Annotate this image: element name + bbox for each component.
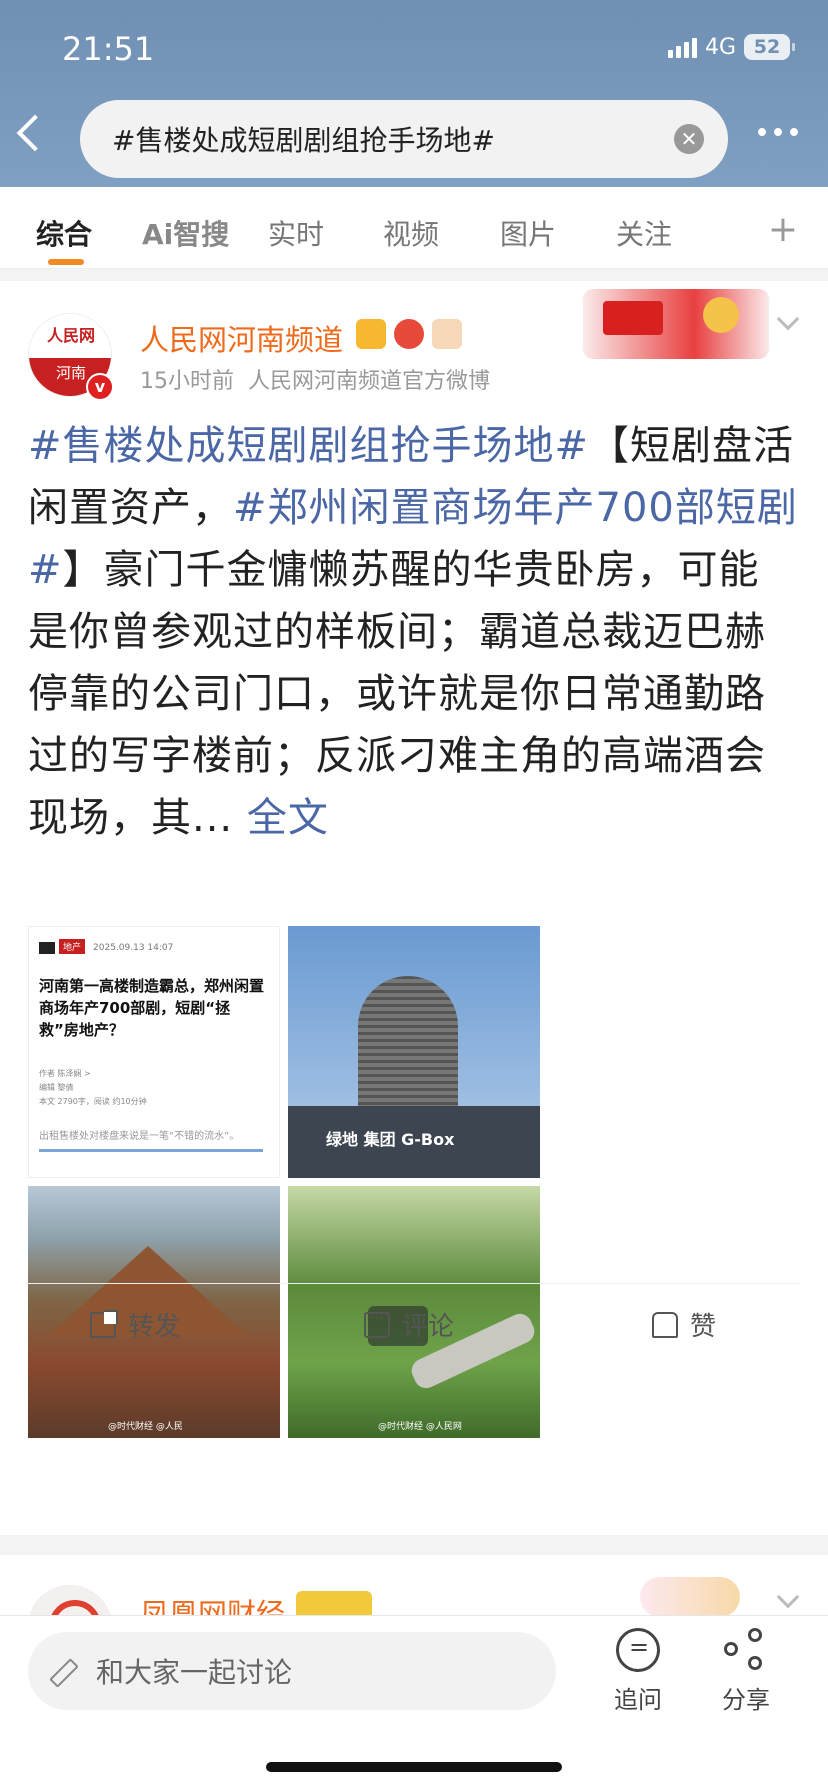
tab-video[interactable]: 视频 [383,213,439,253]
author-name[interactable]: 人民网河南频道 [140,317,343,359]
tab-comprehensive[interactable]: 综合 [36,213,92,253]
watermark: @时代财经 @人民网 [378,1422,462,1432]
bottom-bar: 和大家一起讨论 追问 分享 [0,1615,828,1792]
chat-bubble-icon [616,1628,660,1672]
chevron-down-icon[interactable] [776,1585,800,1609]
divider [0,1535,828,1555]
full-text-link[interactable]: 全文 [247,795,329,841]
article-header: 地产 2025.09.13 14:07 [39,939,173,954]
article-quote: 出租售楼处对楼盘来说是一笔“不错的流水”。 [39,1131,240,1142]
status-time: 21:51 [62,30,155,68]
ask-button[interactable]: 追问 [598,1628,678,1715]
article-author: 作者 陈泽娴 > [39,1069,91,1078]
post-actions: 转发 评论 赞 [0,1284,828,1358]
article-date: 2025.09.13 14:07 [93,943,174,953]
emblem-icon [703,297,739,333]
post-meta: 15小时前 人民网河南频道官方微博 [140,363,490,395]
flag-icon [603,301,663,335]
verified-badge-icon: v [86,373,114,401]
pencil-icon [52,1656,82,1686]
chevron-down-icon[interactable] [776,307,800,331]
active-tab-indicator [48,259,84,265]
author-badges [356,319,462,349]
like-label: 赞 [690,1312,717,1342]
status-indicators: 4G 52 [667,34,795,60]
battery-icon: 52 [744,34,795,60]
weibo-post: 人民网 河南 v 人民网河南频道 15小时前 人民网河南频道官方微博 #售楼处成… [0,281,828,1533]
image-grid: 地产 2025.09.13 14:07 河南第一高楼制造霸总，郑州闲置商场年产70… [28,926,540,1438]
avatar-logo-text: 人民网 [29,314,111,358]
hashtag-link[interactable]: #售楼处成短剧剧组抢手场地# [28,423,589,469]
network-label: 4G [704,34,736,60]
article-title: 河南第一高楼制造霸总，郑州闲置商场年产700部剧，短剧“拯救”房地产？ [39,977,265,1039]
search-query: #售楼处成短剧剧组抢手场地# [112,124,495,157]
gift-badge-icon [432,319,462,349]
repost-label: 转发 [128,1312,181,1342]
article-credits: 作者 陈泽娴 > 编辑 黎倩 本文 2790字，阅读 约10分钟 [39,1067,147,1109]
discuss-placeholder: 和大家一起讨论 [96,1656,293,1689]
thumbs-up-icon [652,1311,678,1338]
comment-label: 评论 [402,1312,455,1342]
add-tab-icon[interactable]: + [768,209,798,250]
post-text: 】豪门千金慵懒苏醒的华贵卧房，可能是你曾参观过的样板间；霸道总裁迈巴赫停靠的公司… [28,547,766,841]
media-logo-icon [39,941,55,954]
like-button[interactable]: 赞 [652,1306,716,1343]
top-header: 21:51 4G 52 #售楼处成短剧剧组抢手场地# ✕ [0,0,828,187]
tab-following[interactable]: 关注 [616,213,672,253]
author-name[interactable]: 凤凰网财经 [140,1591,285,1615]
clear-icon[interactable]: ✕ [674,124,704,154]
decoration-banner [583,289,769,359]
crown-badge-icon [296,1591,372,1615]
article-accent-bar [39,1149,263,1152]
article-screenshot-image[interactable]: 地产 2025.09.13 14:07 河南第一高楼制造霸总，郑州闲置商场年产70… [28,926,280,1178]
tab-images[interactable]: 图片 [500,213,556,253]
watermark: @时代财经 @人民 [108,1422,183,1432]
share-icon [724,1628,768,1672]
tab-bar: 综合 Ai智搜 实时 视频 图片 关注 + [0,187,828,269]
divider [0,269,828,281]
post-body: #售楼处成短剧剧组抢手场地#【短剧盘活闲置资产，#郑州闲置商场年产700部短剧#… [28,415,800,849]
tower-photo[interactable]: 绿地 集团 G-Box [288,926,540,1178]
back-arrow-icon[interactable] [16,114,54,152]
article-editor: 编辑 黎倩 [39,1083,74,1092]
tab-realtime[interactable]: 实时 [268,213,324,253]
comment-icon [364,1308,390,1338]
crown-badge-icon [356,319,386,349]
discuss-input[interactable]: 和大家一起讨论 [28,1632,556,1710]
post-source: 人民网河南频道官方微博 [248,369,491,394]
signal-icon [667,36,697,58]
search-bar[interactable]: #售楼处成短剧剧组抢手场地# ✕ [80,100,728,178]
mascot-badge-icon [394,319,424,349]
article-stats: 本文 2790字，阅读 约10分钟 [39,1097,147,1106]
next-post: 凤凰网财经 [0,1555,828,1615]
repost-button[interactable]: 转发 [90,1306,180,1343]
repost-icon [90,1309,118,1338]
decoration-banner [640,1577,740,1615]
share-label: 分享 [722,1686,770,1714]
avatar[interactable] [28,1585,112,1615]
home-indicator [266,1762,562,1772]
tab-ai-search[interactable]: Ai智搜 [142,213,229,253]
ask-label: 追问 [614,1686,662,1714]
article-category: 地产 [59,939,86,954]
more-icon[interactable] [758,128,798,136]
building-sign: 绿地 集团 G-Box [326,1130,455,1149]
share-button[interactable]: 分享 [706,1628,786,1715]
comment-button[interactable]: 评论 [364,1306,454,1343]
post-time: 15小时前 [140,369,234,394]
